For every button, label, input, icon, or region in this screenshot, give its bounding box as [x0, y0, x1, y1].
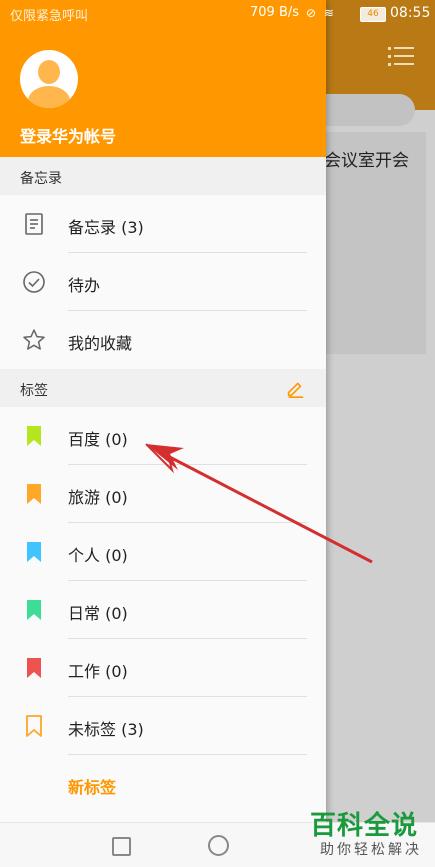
network-speed: 709 B/s [250, 5, 300, 20]
star-icon [23, 329, 45, 350]
section-header-notes: 备忘录 [0, 157, 326, 195]
wifi-icon: ⊘ ≋ [306, 6, 336, 20]
bookmark-outline-icon [26, 715, 42, 737]
tag-item-work[interactable]: 工作 (0) [0, 639, 326, 697]
bookmark-tag-icon [27, 658, 41, 678]
tag-label: 未标签 (3) [68, 720, 144, 739]
tag-label: 日常 (0) [68, 604, 128, 623]
new-tag-label: 新标签 [68, 778, 117, 797]
check-circle-icon [23, 271, 45, 293]
bookmark-tag-icon [27, 600, 41, 620]
section-header-tags: 标签 [0, 369, 326, 407]
section-title-notes: 备忘录 [20, 171, 62, 187]
tag-item-baidu[interactable]: 百度 (0) [0, 407, 326, 465]
menu-item-label: 待办 [68, 276, 101, 295]
background-note-text: 会议室开会 [324, 151, 409, 171]
tag-item-travel[interactable]: 旅游 (0) [0, 465, 326, 523]
user-avatar-icon[interactable] [20, 50, 78, 108]
section-title-tags: 标签 [20, 383, 48, 399]
tag-label: 百度 (0) [68, 430, 128, 449]
navigation-drawer: 登录华为帐号 备忘录 备忘录 (3) 待办 我的收藏 标签 百度 (0) 旅游 … [0, 0, 326, 822]
pencil-icon[interactable] [284, 377, 306, 399]
menu-item-label: 我的收藏 [68, 334, 133, 353]
menu-item-todo[interactable]: 待办 [0, 253, 326, 311]
tag-label: 工作 (0) [68, 662, 128, 681]
watermark-logo: 百科全说 助你轻松解决 [308, 805, 430, 863]
carrier-text: 仅限紧急呼叫 [10, 9, 89, 24]
bookmark-tag-icon [27, 426, 41, 446]
clock: 08:55 [390, 5, 431, 21]
list-icon[interactable] [388, 44, 414, 68]
tag-item-untagged[interactable]: 未标签 (3) [0, 697, 326, 755]
tag-label: 个人 (0) [68, 546, 128, 565]
note-icon [25, 213, 43, 235]
tag-item-daily[interactable]: 日常 (0) [0, 581, 326, 639]
status-bar: 仅限紧急呼叫 709 B/s ⊘ ≋ 46 08:55 [0, 0, 435, 28]
menu-item-notes[interactable]: 备忘录 (3) [0, 195, 326, 253]
tag-label: 旅游 (0) [68, 488, 128, 507]
new-tag-button[interactable]: 新标签 [0, 755, 326, 813]
watermark-title: 百科全说 [310, 811, 419, 841]
bookmark-tag-icon [27, 542, 41, 562]
login-huawei-account-link[interactable]: 登录华为帐号 [20, 123, 116, 147]
square-icon[interactable] [112, 837, 131, 856]
menu-item-favorites[interactable]: 我的收藏 [0, 311, 326, 369]
watermark-subtitle: 助你轻松解决 [320, 842, 422, 858]
bookmark-tag-icon [27, 484, 41, 504]
circle-icon[interactable] [208, 835, 229, 856]
tag-item-personal[interactable]: 个人 (0) [0, 523, 326, 581]
battery-icon: 46 [360, 7, 386, 22]
menu-item-label: 备忘录 (3) [68, 218, 144, 237]
